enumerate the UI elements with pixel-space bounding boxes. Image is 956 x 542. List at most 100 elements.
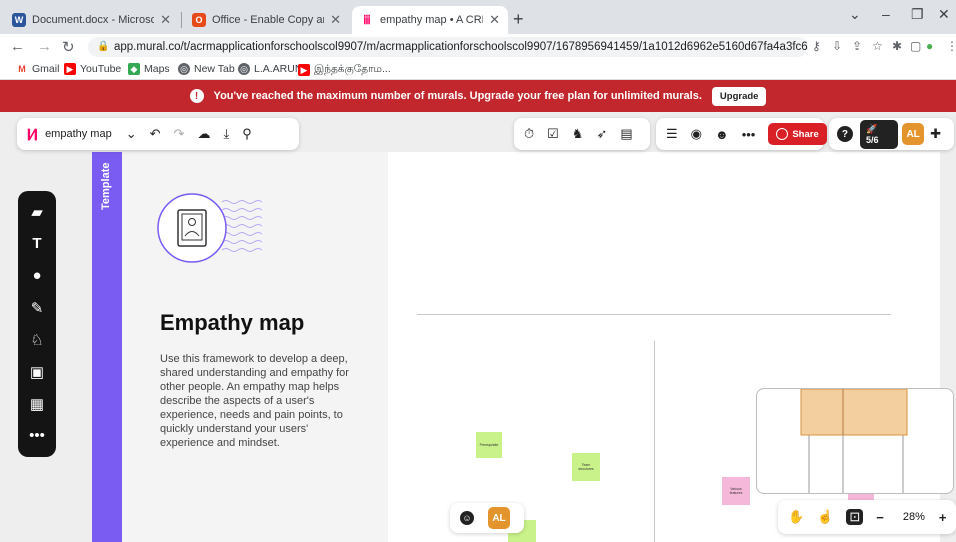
- mural-count-badge[interactable]: 🚀 5/6: [859, 119, 899, 149]
- undo-icon[interactable]: ↶: [150, 126, 161, 142]
- browser-toolbar: ← → ↻ 🔒 app.mural.co/t/acrmapplicationfo…: [0, 34, 956, 60]
- word-icon: W: [12, 13, 26, 27]
- bookmark-tamil[interactable]: ▶ இந்தக்குதோம...: [298, 63, 391, 76]
- template-description: Use this framework to develop a deep, sh…: [160, 353, 349, 449]
- outline-icon[interactable]: ▤: [620, 126, 632, 142]
- menu-icon[interactable]: ⋮: [946, 39, 956, 53]
- close-icon[interactable]: ✕: [489, 12, 500, 28]
- help-icon[interactable]: ?: [837, 126, 853, 142]
- youtube-icon: ▶: [64, 63, 76, 75]
- template-title: Empathy map: [160, 310, 305, 335]
- url-text: app.mural.co/t/acrmapplicationforschools…: [114, 41, 808, 53]
- map-toggle-icon[interactable]: ⊡: [846, 509, 864, 525]
- timer-icon[interactable]: ⏱: [524, 126, 534, 142]
- hand-icon[interactable]: ✋: [788, 509, 804, 525]
- bookmark-laarun[interactable]: ◎ L.A.ARUN: [238, 63, 302, 75]
- tab-separator: [181, 12, 182, 28]
- key-icon[interactable]: ⚷: [812, 39, 821, 53]
- bookmark-label: இந்தக்குதோம...: [314, 63, 391, 75]
- close-icon[interactable]: ✕: [330, 12, 341, 28]
- sticky-note-tool-icon[interactable]: ▰: [18, 203, 56, 221]
- extensions-icon[interactable]: ✱: [892, 39, 902, 53]
- back-icon[interactable]: ←: [10, 38, 25, 55]
- divider-vertical: [654, 341, 655, 542]
- shapes-tool-icon[interactable]: ●: [18, 267, 56, 284]
- chevron-down-icon[interactable]: ⌄: [126, 126, 137, 142]
- bookmark-youtube[interactable]: ▶ YouTube: [64, 63, 121, 75]
- restore-icon[interactable]: ❐: [911, 6, 924, 23]
- template-strip[interactable]: Template: [92, 152, 122, 542]
- bookmark-label: Gmail: [32, 63, 60, 75]
- reload-icon[interactable]: ↻: [62, 38, 75, 56]
- cloud-saved-icon[interactable]: ☁: [197, 126, 210, 142]
- export-icon[interactable]: ⤓: [223, 126, 229, 142]
- sticky-text: Various features: [729, 487, 743, 495]
- address-bar[interactable]: 🔒 app.mural.co/t/acrmapplicationforschoo…: [88, 37, 808, 57]
- divider-horizontal: [417, 314, 891, 315]
- reactions-bar: ☺ AL: [450, 503, 524, 533]
- voting-icon[interactable]: ☑: [547, 126, 559, 142]
- share-button[interactable]: Share: [768, 123, 827, 145]
- account-toolbar: ? 🚀 5/6 AL ✚: [829, 118, 954, 150]
- bookmark-new-tab[interactable]: ◎ New Tab: [178, 63, 235, 75]
- close-icon[interactable]: ✕: [160, 12, 171, 28]
- gmail-icon: M: [18, 64, 26, 74]
- zoom-controls: ✋ ☝ ⊡ − 28% +: [778, 500, 956, 534]
- minimap-preview: [800, 389, 908, 493]
- templates-tool-icon[interactable]: ▦: [18, 395, 56, 413]
- alert-icon: !: [189, 89, 204, 103]
- zoom-level[interactable]: 28%: [903, 511, 925, 523]
- empathy-illustration-icon: [157, 193, 263, 263]
- sidepanel-icon[interactable]: ▢: [910, 39, 921, 53]
- forward-icon[interactable]: →: [37, 38, 52, 55]
- lock-icon: 🔒: [97, 41, 110, 52]
- pointer-icon[interactable]: ☝: [817, 509, 833, 525]
- new-tab-button[interactable]: +: [513, 9, 524, 30]
- sticky-note[interactable]: Various features: [722, 477, 750, 505]
- search-icon[interactable]: ⚲: [242, 126, 252, 142]
- redo-icon[interactable]: ↷: [174, 126, 185, 142]
- more-tools-icon[interactable]: •••: [18, 427, 56, 444]
- office-icon: O: [192, 13, 206, 27]
- avatar[interactable]: AL: [902, 123, 925, 145]
- close-window-icon[interactable]: ✕: [938, 6, 950, 23]
- smile-icon[interactable]: ☺: [460, 511, 474, 525]
- tab-word-document[interactable]: W Document.docx - Microsoft Word ✕: [4, 6, 179, 34]
- tab-office[interactable]: O Office - Enable Copy and Paste - ✕: [184, 6, 349, 34]
- comments-icon[interactable]: ◉: [691, 126, 702, 142]
- add-sparkle-icon[interactable]: ✚: [930, 126, 941, 142]
- tab-title: Office - Enable Copy and Paste -: [212, 14, 324, 26]
- sticky-note[interactable]: Prerequisite: [476, 432, 502, 458]
- summon-icon[interactable]: ➶: [596, 126, 607, 142]
- bookmark-maps[interactable]: ◆ Maps: [128, 63, 170, 75]
- install-icon[interactable]: ⇩: [832, 39, 842, 53]
- minimize-icon[interactable]: –: [882, 6, 890, 22]
- members-icon[interactable]: ☻: [715, 127, 729, 142]
- avatar[interactable]: AL: [488, 507, 510, 529]
- zoom-out-button[interactable]: −: [876, 510, 884, 525]
- minimap[interactable]: [756, 388, 954, 494]
- tab-search-icon[interactable]: ⌄: [849, 6, 861, 23]
- share-page-icon[interactable]: ⇪: [852, 39, 862, 53]
- upgrade-banner: ! You've reached the maximum number of m…: [0, 80, 956, 112]
- globe-icon: ◎: [178, 63, 190, 75]
- activity-icon[interactable]: ☰: [666, 126, 678, 142]
- private-mode-icon[interactable]: ♞: [572, 126, 584, 142]
- mural-logo-icon[interactable]: ᥢ: [27, 123, 38, 146]
- upgrade-button[interactable]: Upgrade: [711, 86, 767, 106]
- profile-icon[interactable]: ●: [926, 39, 933, 53]
- zoom-in-button[interactable]: +: [939, 510, 947, 525]
- tab-mural-active[interactable]: ⅲ empathy map • A CRM APPLICAT ✕: [352, 6, 508, 34]
- bookmark-gmail[interactable]: M Gmail: [16, 63, 59, 75]
- pen-tool-icon[interactable]: ✎: [18, 299, 56, 317]
- mural-name[interactable]: empathy map: [45, 128, 112, 140]
- more-icon[interactable]: •••: [742, 127, 756, 142]
- globe-icon: ◎: [238, 63, 250, 75]
- count-text: 5/6: [865, 134, 879, 145]
- text-tool-icon[interactable]: T: [18, 235, 56, 252]
- image-tool-icon[interactable]: ▣: [18, 363, 56, 381]
- bookmark-star-icon[interactable]: ☆: [872, 39, 883, 53]
- icons-tool-icon[interactable]: ♘: [18, 331, 56, 349]
- mural-title-bar: ᥢ empathy map ⌄ ↶ ↷ ☁ ⤓ ⚲: [17, 118, 299, 150]
- sticky-note[interactable]: Team structures: [572, 453, 600, 481]
